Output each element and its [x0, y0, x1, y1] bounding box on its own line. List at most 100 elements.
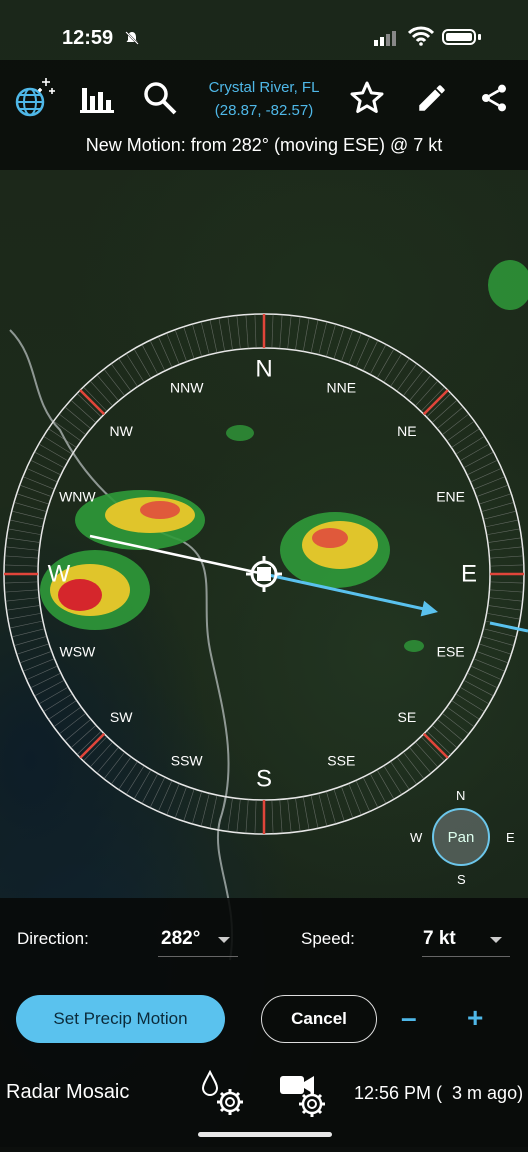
compass-tick: [466, 672, 498, 689]
speed-caret-icon: [490, 937, 502, 943]
battery-tip: [478, 34, 481, 40]
compass-tick: [200, 321, 210, 355]
compass-tick: [125, 353, 145, 383]
compass-tick: [489, 564, 524, 567]
compass-tick: [43, 435, 73, 455]
motion-controls-panel: Direction: 282° Speed: 7 kt Set Precip M…: [0, 898, 528, 1147]
compass-tick: [451, 428, 480, 448]
compass-tick: [481, 502, 515, 512]
compass-tick: [254, 314, 257, 349]
compass-tick: [218, 796, 226, 831]
compass-tick: [376, 348, 395, 379]
compass-tick: [409, 374, 432, 402]
compass-label-ssw: SSW: [171, 753, 204, 769]
compass-tick: [476, 484, 509, 497]
compass-tick: [16, 493, 50, 505]
pan-control: N S W E Pan: [410, 788, 520, 888]
star-icon[interactable]: [343, 74, 391, 122]
speed-underline: [422, 956, 510, 957]
compass-label-sw: SW: [110, 709, 133, 725]
cancel-button[interactable]: Cancel: [261, 995, 377, 1043]
compass-tick: [118, 761, 138, 790]
compass-tick: [4, 589, 39, 593]
search-icon[interactable]: [136, 74, 184, 122]
compass-label-nne: NNE: [327, 379, 357, 395]
compass-tick: [383, 765, 403, 795]
compass-tick: [30, 672, 62, 689]
compass-tick: [390, 761, 410, 790]
compass-label-nw: NW: [110, 423, 134, 439]
compass-tick: [218, 317, 226, 352]
zoom-in-button[interactable]: +: [467, 1002, 483, 1034]
compass-label-ese: ESE: [437, 643, 465, 659]
compass-tick: [420, 386, 445, 412]
zoom-out-button[interactable]: –: [401, 1002, 417, 1034]
bar-chart-icon[interactable]: [74, 74, 122, 122]
compass-tick: [96, 746, 119, 774]
compass-tick: [6, 605, 41, 611]
compass-tick: [245, 314, 249, 349]
pan-button[interactable]: Pan: [432, 808, 490, 866]
compass-tick: [341, 786, 354, 819]
share-icon[interactable]: [470, 74, 518, 122]
globe-icon[interactable]: [10, 74, 58, 122]
status-time: 12:59: [62, 27, 114, 49]
pencil-icon[interactable]: [408, 74, 456, 122]
direction-value: 282°: [161, 928, 201, 949]
compass-label-n: N: [255, 356, 272, 383]
compass-tick: [133, 348, 152, 379]
motion-arrow-head: [420, 600, 438, 617]
compass-tick: [426, 730, 452, 755]
compass-tick: [326, 791, 336, 825]
compass-tick: [13, 502, 47, 512]
home-indicator[interactable]: [198, 1132, 332, 1137]
compass-tick: [402, 751, 425, 780]
set-precip-motion-button[interactable]: Set Precip Motion: [16, 995, 225, 1043]
compass-tick: [149, 776, 166, 808]
compass-tick: [483, 628, 517, 638]
motion-arrow-line: [263, 572, 425, 611]
compass-tick: [459, 686, 490, 705]
compass-tick: [19, 484, 52, 497]
compass-tick: [326, 323, 336, 357]
compass-tick: [125, 765, 145, 795]
product-title[interactable]: Radar Mosaic: [6, 1081, 129, 1104]
compass-tick: [11, 628, 45, 638]
compass-tick: [441, 413, 470, 436]
video-settings-icon[interactable]: [278, 1066, 330, 1120]
crosshair-icon[interactable]: [246, 556, 282, 592]
compass-tick: [488, 597, 523, 602]
compass-tick: [396, 756, 418, 785]
compass-tick: [295, 316, 301, 351]
compass-tick: [362, 340, 379, 372]
precip-settings-icon[interactable]: [198, 1069, 250, 1120]
compass-tick: [390, 358, 410, 387]
compass-tick: [64, 719, 92, 742]
compass-tick: [6, 537, 41, 543]
compass-tick: [209, 319, 218, 354]
location-coords: (28.87, -82.57): [214, 102, 314, 119]
location-label[interactable]: Crystal River, FL (28.87, -82.57): [190, 76, 338, 122]
compass-tick: [487, 537, 522, 543]
compass-tick: [341, 329, 354, 362]
compass-tick: [64, 406, 92, 429]
compass-tick: [53, 420, 82, 442]
compass-tick: [436, 719, 464, 742]
compass-tick: [362, 776, 379, 808]
motion-compass[interactable]: NNNENEENEEESESESSESSSWSWWSWWWNWNWNNW: [0, 300, 528, 860]
compass-tick: [376, 769, 395, 800]
silent-bell-icon: [124, 30, 140, 49]
compass-tick: [383, 353, 403, 383]
compass-tick: [396, 363, 418, 392]
compass-tick: [183, 326, 195, 360]
top-toolbar: Crystal River, FL (28.87, -82.57) New Mo…: [0, 60, 528, 170]
compass-tick: [466, 459, 498, 476]
compass-tick: [302, 796, 310, 831]
compass-tick: [4, 581, 39, 584]
compass-tick: [481, 636, 515, 646]
motion-arrow-tail: [89, 534, 265, 576]
compass-tick: [174, 786, 187, 819]
compass-tick: [149, 340, 166, 372]
compass-label-s: S: [256, 766, 272, 793]
compass-tick: [451, 700, 480, 720]
